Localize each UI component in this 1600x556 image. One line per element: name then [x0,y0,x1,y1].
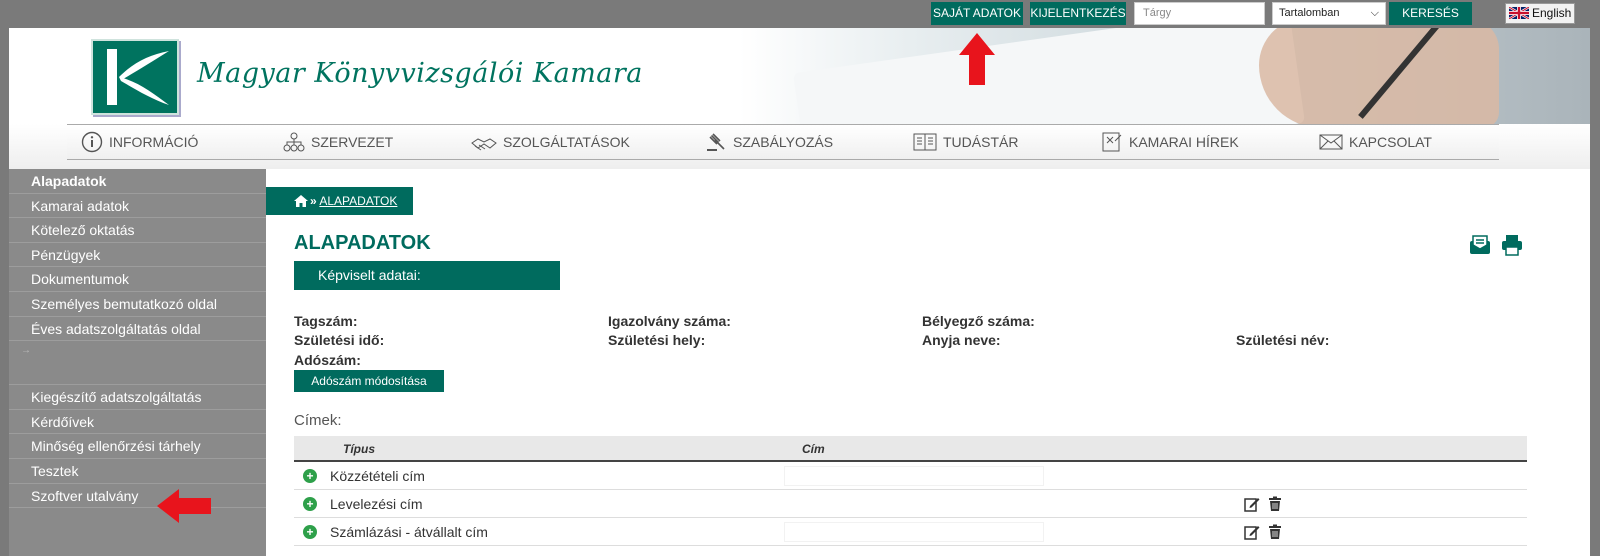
sidebar-item-supplementary-reporting[interactable]: Kiegészítő adatszolgáltatás [9,385,266,410]
nav-item-news[interactable]: KAMARAI HÍREK [1101,125,1239,159]
home-icon[interactable] [294,195,308,207]
nav-item-label: KAPCSOLAT [1349,134,1432,150]
sidebar-item-tests[interactable]: Tesztek [9,459,266,484]
page: Magyar Könyvvizsgálói Kamara INFORMÁCIÓ … [9,28,1590,556]
represented-data-header: Képviselt adatai: [294,261,560,290]
nav-item-organization[interactable]: SZERVEZET [283,125,393,159]
edit-icon[interactable] [1244,496,1260,512]
sidebar-item-basic-data[interactable]: Alapadatok [9,169,266,194]
top-bar: SAJÁT ADATOK KIJELENTKEZÉS Tárgy Tartalo… [0,0,1600,28]
language-label: English [1532,6,1572,20]
table-row: + Közzétételi cím [294,462,1527,490]
edit-icon[interactable] [1244,524,1260,540]
table-row: + Számlázási - átvállalt cím [294,518,1527,546]
nav-item-label: SZERVEZET [311,134,394,150]
column-header-type: Típus [343,442,375,456]
info-icon [81,131,103,153]
tax-number-label: Adószám: [294,352,361,368]
expand-plus-icon[interactable]: + [303,525,317,539]
nav-item-information[interactable]: INFORMÁCIÓ [81,125,198,159]
sidebar-item-quality-storage[interactable]: Minőség ellenőrzési tárhely [9,434,266,459]
address-type: Számlázási - átvállalt cím [330,524,488,540]
nav-item-label: SZABÁLYOZÁS [733,134,834,150]
site-header: Magyar Könyvvizsgálói Kamara [9,28,1590,128]
sidebar-empty-item[interactable]: → [9,341,266,386]
gavel-icon [707,133,725,151]
sidebar-item-finances[interactable]: Pénzügyek [9,243,266,268]
nav-item-label: KAMARAI HÍREK [1129,134,1239,150]
address-value [784,466,1044,486]
addresses-label: Címek: [294,412,342,429]
sidebar-item-personal-page[interactable]: Személyes bemutatkozó oldal [9,292,266,317]
nav-item-label: INFORMÁCIÓ [109,134,199,150]
main-nav: INFORMÁCIÓ SZERVEZET SZOLGÁLTATÁSOK SZAB… [67,124,1499,160]
sidebar-item-documents[interactable]: Dokumentumok [9,267,266,292]
sidebar-item-software-voucher[interactable]: Szoftver utalvány [9,484,266,509]
birth-place-label: Születési hely: [608,332,706,348]
nav-item-label: SZOLGÁLTATÁSOK [503,134,630,150]
modify-tax-number-button[interactable]: Adószám módosítása [294,370,444,392]
nav-item-label: TUDÁSTÁR [943,134,1019,150]
envelope-icon [1319,134,1343,150]
site-title: Magyar Könyvvizsgálói Kamara [197,58,643,89]
own-data-button[interactable]: SAJÁT ADATOK [931,2,1023,25]
member-number-label: Tagszám: [294,313,358,329]
trash-icon[interactable] [1267,524,1283,540]
address-type: Közzétételi cím [330,468,425,484]
nav-item-services[interactable]: SZOLGÁLTATÁSOK [471,125,630,159]
stamp-number-label: Bélyegző száma: [922,313,1035,329]
book-icon [913,133,937,151]
trash-icon[interactable] [1267,496,1283,512]
red-arrow-left-icon [157,489,211,523]
logo[interactable] [91,39,179,115]
handshake-icon [471,138,497,151]
breadcrumb: » ALAPADATOK [266,187,413,215]
language-switch[interactable]: English [1505,3,1575,24]
expand-plus-icon[interactable]: + [303,497,317,511]
address-type: Levelezési cím [330,496,423,512]
email-icon[interactable] [1469,234,1491,256]
breadcrumb-current[interactable]: ALAPADATOK [319,194,397,208]
search-scope-value: Tartalomban [1279,7,1340,19]
page-title: ALAPADATOK [294,232,431,254]
breadcrumb-separator: » [310,194,317,208]
header-photo [739,28,1590,128]
sidebar-item-mandatory-training[interactable]: Kötelező oktatás [9,218,266,243]
birth-date-label: Születési idő: [294,332,385,348]
print-icon[interactable] [1501,234,1523,256]
table-header: Típus Cím [294,436,1527,462]
id-card-number-label: Igazolvány száma: [608,313,731,329]
expand-plus-icon[interactable]: + [303,469,317,483]
organization-icon [283,132,305,152]
sidebar-item-chamber-data[interactable]: Kamarai adatok [9,194,266,219]
uk-flag-icon [1509,7,1529,19]
addresses-table: Típus Cím + Közzétételi cím + Levelezési… [294,436,1527,546]
news-icon [1102,132,1122,152]
mother-name-label: Anyja neve: [922,332,1001,348]
nav-item-contact[interactable]: KAPCSOLAT [1319,125,1432,159]
sidebar-item-questionnaires[interactable]: Kérdőívek [9,410,266,435]
address-value [784,522,1044,542]
nav-item-regulation[interactable]: SZABÁLYOZÁS [705,125,833,159]
sidebar-item-annual-reporting[interactable]: Éves adatszolgáltatás oldal [9,317,266,342]
chevron-down-icon: ⌵ [1370,7,1379,19]
search-scope-select[interactable]: Tartalomban ⌵ [1272,2,1386,25]
sidebar: Alapadatok Kamarai adatok Kötelező oktat… [9,169,266,556]
red-arrow-up-icon [959,33,995,85]
column-header-address: Cím [802,442,825,456]
table-row: + Levelezési cím [294,490,1527,518]
logout-button[interactable]: KIJELENTKEZÉS [1030,2,1126,25]
search-button[interactable]: KERESÉS [1389,2,1472,25]
nav-item-knowledge[interactable]: TUDÁSTÁR [913,125,1018,159]
birth-name-label: Születési név: [1236,332,1330,348]
search-input[interactable]: Tárgy [1134,2,1265,25]
